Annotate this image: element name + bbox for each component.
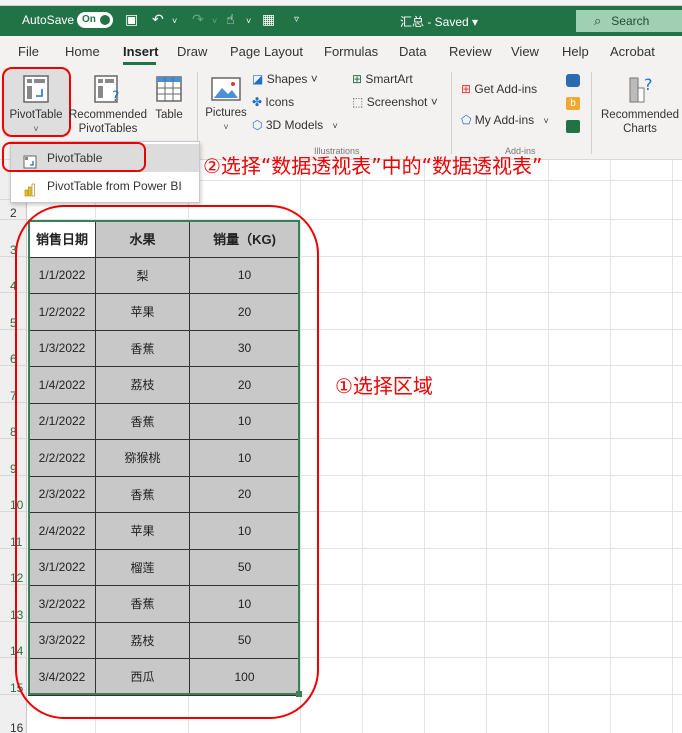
- recommended-pivottables-label-1: Recommended: [69, 109, 147, 121]
- autosave-toggle[interactable]: On: [77, 12, 113, 28]
- annotation-step1: ①选择区域: [335, 374, 433, 398]
- screenshot-label: Screenshot ˅: [366, 95, 438, 109]
- document-title[interactable]: 汇总 - Saved ▾: [400, 13, 478, 30]
- autosave-state: On: [82, 14, 96, 25]
- tab-acrobat[interactable]: Acrobat: [610, 44, 655, 59]
- highlight-pivottable-button: [2, 67, 71, 137]
- tab-view[interactable]: View: [511, 44, 539, 59]
- gridline-vertical: [362, 160, 363, 733]
- tab-help[interactable]: Help: [562, 44, 589, 59]
- table-icon: [156, 76, 182, 102]
- recommended-charts-label-2: Charts: [623, 123, 657, 135]
- pictures-icon: [211, 77, 241, 101]
- search-placeholder: Search: [611, 14, 650, 28]
- redo-dropdown-icon[interactable]: ˅: [212, 16, 217, 26]
- recommended-pivottables-icon: ?: [94, 75, 119, 105]
- touch-mode-icon[interactable]: ☝: [226, 11, 235, 28]
- svg-text:?: ?: [112, 89, 119, 104]
- pivot-quick-icon[interactable]: ▦: [262, 11, 275, 28]
- power-bi-icon: [23, 179, 37, 197]
- search-box[interactable]: ⌕ Search: [576, 10, 682, 32]
- screenshot-icon: ⬚: [352, 95, 364, 109]
- svg-text:?: ?: [644, 75, 653, 94]
- highlight-pivottable-menu-item: [2, 142, 146, 172]
- save-icon[interactable]: ▣: [125, 11, 138, 28]
- menu-item-pivottable-power-bi[interactable]: PivotTable from Power BI: [11, 172, 199, 200]
- tab-data[interactable]: Data: [399, 44, 426, 59]
- tab-file[interactable]: File: [18, 44, 39, 59]
- annotation-circle-selection: [15, 205, 319, 719]
- undo-icon[interactable]: ↶: [152, 11, 164, 28]
- menu-item-power-bi-label: PivotTable from Power BI: [47, 179, 182, 193]
- my-addins-label: My Add-ins: [474, 113, 535, 127]
- chevron-down-icon: ˅: [223, 122, 229, 132]
- active-tab-indicator: [123, 62, 156, 65]
- toggle-knob: [100, 15, 110, 25]
- bing-maps-icon[interactable]: b: [566, 97, 580, 110]
- customize-toolbar-icon[interactable]: ▿: [294, 14, 299, 25]
- screenshot-button[interactable]: ⬚ Screenshot ˅: [352, 95, 438, 109]
- recommended-pivottables-button[interactable]: ? Recommended PivotTables: [68, 74, 148, 136]
- touch-dropdown-icon[interactable]: ˅: [246, 16, 251, 26]
- people-graph-icon[interactable]: [566, 120, 580, 133]
- tab-page-layout[interactable]: Page Layout: [230, 44, 303, 59]
- pictures-label: Pictures: [205, 107, 247, 119]
- icons-icon: ✤: [252, 95, 263, 109]
- shapes-button[interactable]: ◪ Shapes ˅: [252, 72, 318, 86]
- smartart-label: SmartArt: [365, 72, 413, 86]
- ribbon-separator: [591, 72, 592, 154]
- tab-draw[interactable]: Draw: [177, 44, 207, 59]
- gridline-vertical: [424, 160, 425, 733]
- get-addins-button[interactable]: ⊞ Get Add-ins: [461, 82, 537, 96]
- recommended-pivottables-label-2: PivotTables: [78, 123, 138, 135]
- worksheet[interactable]: 2 3 4 5 6 7 8 9 10 11 12 13 14 15 16 销售日期 水果 销量（KG) 1/1/2…: [0, 160, 682, 733]
- gridline-vertical: [672, 160, 673, 733]
- chevron-down-icon: ˅: [543, 116, 549, 126]
- shapes-icon: ◪: [252, 72, 264, 86]
- tab-formulas[interactable]: Formulas: [324, 44, 378, 59]
- visio-addin-icon[interactable]: [566, 74, 580, 87]
- gridline-vertical: [610, 160, 611, 733]
- my-addins-icon: ⬠: [461, 113, 472, 127]
- icons-label: Icons: [265, 95, 295, 109]
- ribbon-tabs: File Home Insert Draw Page Layout Formul…: [0, 36, 682, 66]
- redo-icon[interactable]: ↷: [192, 11, 204, 28]
- recommended-charts-button[interactable]: ? Recommended Charts: [598, 74, 682, 136]
- chevron-down-icon: ˅: [332, 121, 338, 131]
- autosave-label: AutoSave: [22, 13, 75, 27]
- gridline-vertical: [486, 160, 487, 733]
- recommended-charts-label-1: Recommended: [601, 109, 679, 121]
- title-bar: AutoSave On ▣ ↶ ˅ ↷ ˅ ☝ ˅ ▦ ▿ 汇总 - Saved…: [0, 6, 682, 36]
- table-button[interactable]: Table: [152, 74, 186, 122]
- table-label: Table: [155, 109, 183, 121]
- 3d-models-label: 3D Models: [265, 118, 324, 132]
- 3d-models-button[interactable]: ⬡ 3D Models ˅: [252, 118, 338, 132]
- tab-insert[interactable]: Insert: [123, 44, 158, 59]
- my-addins-button[interactable]: ⬠ My Add-ins ˅: [461, 113, 549, 127]
- recommended-charts-icon: ?: [629, 75, 653, 103]
- gridline-vertical: [548, 160, 549, 733]
- 3d-models-icon: ⬡: [252, 118, 263, 132]
- smartart-icon: ⊞: [352, 72, 363, 86]
- icons-button[interactable]: ✤ Icons: [252, 95, 294, 109]
- tab-home[interactable]: Home: [65, 44, 100, 59]
- shapes-label: Shapes ˅: [266, 72, 318, 86]
- undo-dropdown-icon[interactable]: ˅: [172, 16, 177, 26]
- search-icon: ⌕: [594, 13, 602, 28]
- get-addins-label: Get Add-ins: [474, 82, 538, 96]
- smartart-button[interactable]: ⊞ SmartArt: [352, 72, 413, 86]
- get-addins-icon: ⊞: [461, 82, 472, 96]
- tab-review[interactable]: Review: [449, 44, 492, 59]
- pictures-button[interactable]: Pictures ˅: [203, 76, 249, 134]
- ribbon-separator: [451, 72, 452, 154]
- annotation-step2: ②选择“数据透视表”中的“数据透视表”: [203, 154, 543, 178]
